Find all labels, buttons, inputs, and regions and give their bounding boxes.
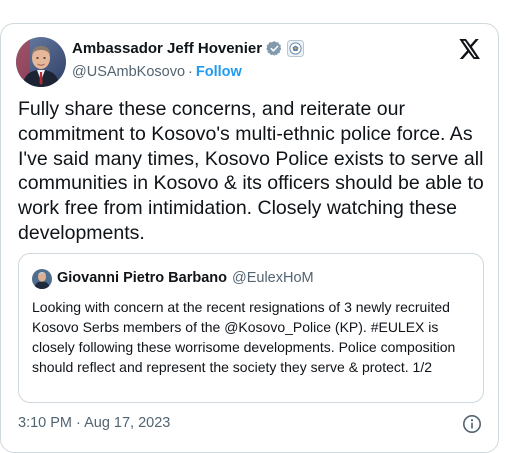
tweet-text: Fully share these concerns, and reiterat… xyxy=(18,98,484,244)
quoted-author-header: Giovanni Pietro Barbano @EulexHoM xyxy=(57,270,314,286)
author-avatar[interactable] xyxy=(16,37,66,87)
quoted-tweet-text: Looking with concern at the recent resig… xyxy=(32,299,456,375)
author-display-name[interactable]: Ambassador Jeff Hovenier xyxy=(72,40,262,57)
author-handle[interactable]: @USAmbKosovo xyxy=(72,64,185,80)
info-icon[interactable] xyxy=(462,414,482,434)
follow-button[interactable]: Follow xyxy=(196,64,242,80)
tweet-timestamp[interactable]: 3:10 PM · Aug 17, 2023 xyxy=(18,415,170,431)
x-logo-icon[interactable] xyxy=(459,39,481,59)
author-name-row: Ambassador Jeff Hovenier xyxy=(72,40,305,57)
quoted-author-handle[interactable]: @EulexHoM xyxy=(232,270,314,286)
author-handle-row: @USAmbKosovo · Follow xyxy=(72,64,242,80)
state-department-seal-icon[interactable] xyxy=(287,40,305,57)
quoted-author-name[interactable]: Giovanni Pietro Barbano xyxy=(57,270,227,286)
quoted-tweet[interactable]: Giovanni Pietro Barbano @EulexHoM Looking… xyxy=(18,253,484,403)
verified-check-icon xyxy=(266,40,283,57)
separator-dot: · xyxy=(188,64,193,80)
quoted-author-avatar[interactable] xyxy=(32,269,52,289)
tweet-card[interactable]: Ambassador Jeff Hovenier @USAmbKosovo · Fo… xyxy=(0,23,499,453)
